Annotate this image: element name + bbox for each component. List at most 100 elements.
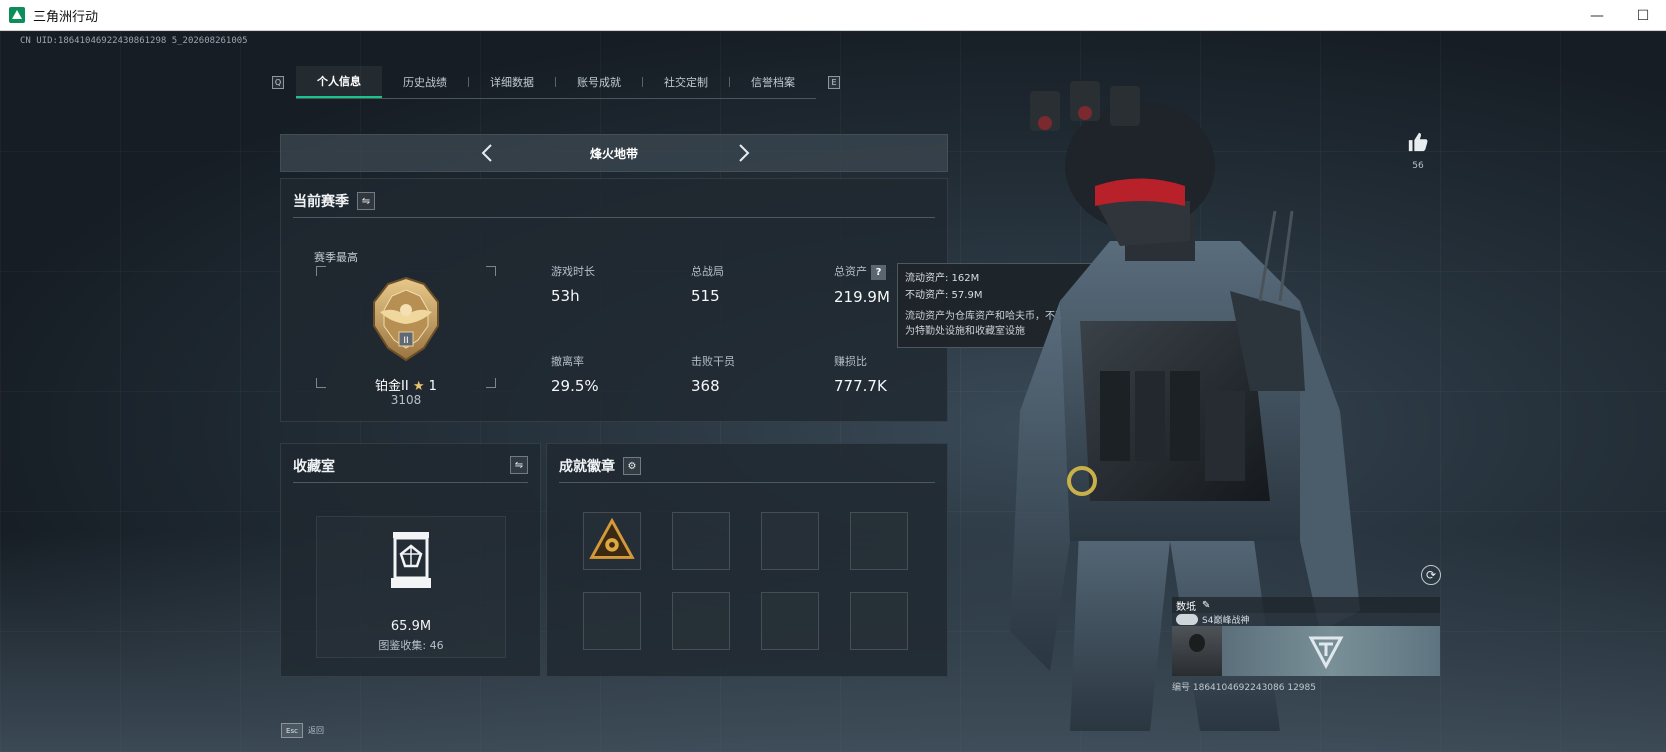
- next-mode-arrow-icon[interactable]: [733, 143, 753, 163]
- window-titlebar: 三角洲行动 — ☐: [0, 0, 1666, 31]
- esc-label: 返回: [308, 726, 324, 735]
- player-name-card[interactable]: 数坻 ✎ S4巅峰战神 编号 1864104692243086 12985: [1172, 597, 1440, 699]
- maximize-button[interactable]: ☐: [1620, 0, 1666, 31]
- tab-achievements[interactable]: 账号成就: [556, 66, 642, 98]
- stat-total-matches: 总战局 515: [691, 263, 724, 305]
- tab-match-history[interactable]: 历史战绩: [382, 66, 468, 98]
- panel-divider: [293, 217, 935, 218]
- rank-stars: 1: [428, 379, 437, 394]
- prev-mode-arrow-icon[interactable]: [478, 143, 498, 163]
- like-count: 56: [1412, 161, 1424, 171]
- badges-panel-title: 成就徽章: [559, 459, 615, 475]
- minimize-button[interactable]: —: [1574, 0, 1620, 31]
- refresh-icon: ⟳: [1425, 568, 1437, 582]
- tri-eye-badge-icon: [589, 517, 635, 559]
- stat-value: 777.7K: [834, 377, 887, 395]
- stat-value: 53h: [551, 287, 580, 305]
- stat-value: 368: [691, 377, 720, 395]
- rank-frame: II: [316, 266, 496, 388]
- name-card-header: 数坻 ✎: [1172, 597, 1440, 613]
- collection-panel: 收藏室 ⇋ 65.9M 图鉴收集: 46: [280, 443, 541, 677]
- like-widget[interactable]: 56: [1406, 131, 1430, 171]
- stat-label: 游戏时长: [551, 265, 595, 278]
- window-controls: — ☐: [1574, 0, 1666, 31]
- stat-play-time: 游戏时长 53h: [551, 263, 595, 305]
- stat-label: 总战局: [691, 265, 724, 278]
- platinum-rank-emblem-icon: II: [373, 276, 439, 362]
- name-card-body: [1172, 626, 1440, 676]
- tab-social-customize[interactable]: 社交定制: [643, 66, 729, 98]
- stat-value: 29.5%: [551, 377, 599, 395]
- name-card-title-row: S4巅峰战神: [1172, 613, 1440, 626]
- app-logo-icon: [9, 7, 25, 23]
- season-best-label: 赛季最高: [314, 251, 358, 264]
- collection-panel-title: 收藏室: [293, 459, 335, 475]
- mode-selector: 烽火地带: [280, 134, 948, 172]
- stat-profit-loss-ratio: 赚损比 777.7K: [834, 353, 887, 395]
- svg-text:II: II: [403, 336, 408, 346]
- stat-operators-defeated: 击败干员 368: [691, 353, 735, 395]
- tab-detailed-data[interactable]: 详细数据: [469, 66, 555, 98]
- rank-name-row: 铂金II ★ 1: [316, 375, 496, 394]
- season-panel-header: 当前赛季 ⇋: [293, 191, 375, 211]
- player-id: 编号 1864104692243086 12985: [1172, 683, 1316, 693]
- profile-tabs: 个人信息 历史战绩 详细数据 账号成就 社交定制 信誉档案: [296, 65, 816, 99]
- rank-name: 铂金II: [375, 379, 409, 394]
- badge-slot[interactable]: [761, 512, 819, 570]
- stat-label: 击败干员: [691, 355, 735, 368]
- badge-slot[interactable]: [850, 512, 908, 570]
- stat-extraction-rate: 撤离率 29.5%: [551, 353, 599, 395]
- delta-logo-icon: [1308, 636, 1344, 670]
- player-name: 数坻: [1176, 601, 1196, 613]
- next-tab-key-hint[interactable]: E: [828, 75, 840, 89]
- badges-panel: 成就徽章 ⚙: [546, 443, 948, 677]
- swap-season-button[interactable]: ⇋: [357, 192, 375, 210]
- uid-text: CN UID:18641046922430861298 5_2026082610…: [20, 36, 248, 46]
- rank-score: 3108: [390, 393, 422, 407]
- stat-total-assets: 总资产? 219.9M: [834, 263, 890, 306]
- mode-title: 烽火地带: [589, 146, 638, 161]
- badge-slot[interactable]: [850, 592, 908, 650]
- swap-collection-button[interactable]: ⇋: [510, 456, 528, 474]
- help-icon[interactable]: ?: [871, 264, 886, 280]
- frame-corner: [316, 266, 326, 276]
- badges-settings-button[interactable]: ⚙: [623, 457, 641, 475]
- name-card-banner: [1222, 626, 1440, 676]
- profile-tabs-bar: Q 个人信息 历史战绩 详细数据 账号成就 社交定制 信誉档案 E: [272, 65, 840, 99]
- badge-slot[interactable]: [672, 592, 730, 650]
- stat-label: 撤离率: [551, 355, 584, 368]
- collection-value: 65.9M: [390, 619, 432, 634]
- season-panel-title: 当前赛季: [293, 194, 349, 210]
- badge-slot[interactable]: [583, 512, 641, 570]
- panel-divider: [293, 482, 528, 483]
- collection-count: 图鉴收集: 46: [378, 639, 444, 652]
- rank-star-icon: ★: [412, 379, 425, 394]
- stat-label: 赚损比: [834, 355, 867, 368]
- tab-personal-info[interactable]: 个人信息: [296, 65, 382, 98]
- swap-icon: ⇋: [514, 459, 524, 471]
- stat-label: 总资产: [834, 265, 867, 278]
- title-badge-icon: [1176, 614, 1198, 625]
- tab-credit-record[interactable]: 信誉档案: [730, 66, 816, 98]
- badges-panel-header: 成就徽章 ⚙: [559, 456, 641, 476]
- stat-value: 515: [691, 287, 720, 305]
- frame-corner: [486, 266, 496, 276]
- player-title: S4巅峰战神: [1202, 616, 1250, 626]
- game-viewport: CN UID:18641046922430861298 5_2026082610…: [0, 31, 1666, 752]
- refresh-card-button[interactable]: ⟳: [1421, 565, 1441, 585]
- window-title: 三角洲行动: [33, 9, 99, 25]
- esc-key[interactable]: Esc: [281, 723, 303, 738]
- gear-icon: ⚙: [627, 460, 637, 472]
- collection-panel-header: 收藏室: [293, 456, 335, 476]
- stat-value: 219.9M: [834, 287, 890, 306]
- avatar[interactable]: [1172, 626, 1222, 676]
- panel-divider: [559, 482, 935, 483]
- esc-back-hint[interactable]: Esc 返回: [281, 723, 324, 738]
- badge-slot[interactable]: [672, 512, 730, 570]
- badge-slot[interactable]: [583, 592, 641, 650]
- thumbs-up-icon[interactable]: [1407, 131, 1429, 153]
- vault-display-case-icon: [391, 532, 431, 588]
- edit-pencil-icon[interactable]: ✎: [1202, 600, 1210, 611]
- badge-slot[interactable]: [761, 592, 819, 650]
- prev-tab-key-hint[interactable]: Q: [272, 75, 284, 89]
